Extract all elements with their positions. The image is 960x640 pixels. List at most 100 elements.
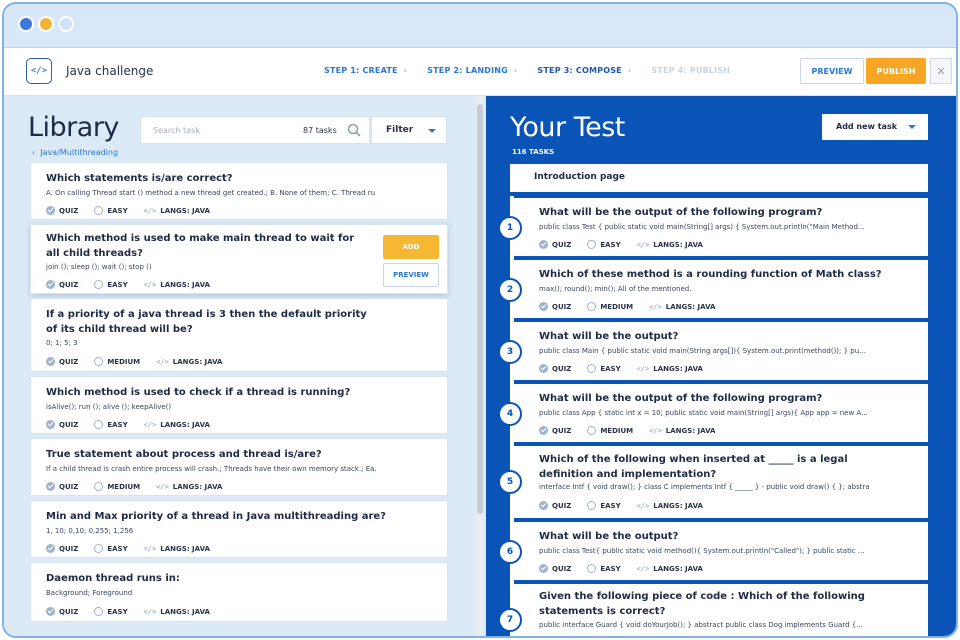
chevron-right-icon: › [627,66,632,75]
task-meta: QUIZ MEDIUM </> LANGS: JAVA [539,302,715,311]
task-title: What will be the output of the following… [539,207,823,218]
task-answers: A. On calling Thread start () method a n… [46,189,376,197]
task-answers: isAlive(); run (); alive (); keepAlive() [46,403,172,411]
code-icon: </> [649,426,662,435]
step-landing[interactable]: STEP 2: LANDING › [427,66,517,75]
library-scrollbar-thumb[interactable] [477,104,483,514]
library-task-card[interactable]: If a priority of a java thread is 3 then… [30,298,448,372]
test-task-card[interactable]: What will be the output? public class Te… [510,522,928,580]
task-number-badge: 5 [498,470,522,494]
test-title: Your Test [510,112,625,143]
add-new-task-dropdown[interactable]: Add new task [822,114,928,140]
task-meta: QUIZ EASY </> LANGS: JAVA [539,240,703,249]
close-icon[interactable]: ✕ [930,58,952,84]
task-meta: QUIZ MEDIUM </> LANGS: JAVA [46,357,222,366]
filter-dropdown[interactable]: Filter [371,116,447,144]
code-icon: </> [636,240,650,249]
task-meta: QUIZ MEDIUM </> LANGS: JAVA [46,482,222,491]
task-title: What will be the output of the following… [539,393,823,404]
check-icon [46,544,55,553]
code-icon: </> [636,501,650,510]
check-icon [46,482,55,491]
chevron-down-icon [428,129,436,133]
check-icon [539,564,548,573]
check-icon [539,426,548,435]
test-task-card[interactable]: What will be the output of the following… [510,384,928,442]
search-icon[interactable] [347,123,361,137]
task-meta: QUIZ EASY </> LANGS: JAVA [46,280,210,289]
task-title: Which of these method is a rounding func… [539,269,882,280]
difficulty-icon [587,240,597,249]
code-icon: </> [156,482,169,491]
task-answers: join (); sleep (); wait (); stop () [46,263,152,271]
task-title: Which method is used to check if a threa… [46,387,351,398]
task-title: Which method is used to make main thread… [46,233,355,259]
difficulty-icon [587,501,597,510]
check-icon [46,280,55,289]
task-answers: interface Intf { void draw(); } class C … [539,483,869,491]
window-close-dot-icon[interactable] [18,16,34,32]
library-title: Library [28,112,119,143]
task-answers: public class Main { public static void m… [539,347,866,355]
preview-button[interactable]: PREVIEW [800,58,864,84]
task-meta: QUIZ EASY </> LANGS: JAVA [46,544,210,553]
test-task-card[interactable]: Given the following piece of code : Whic… [510,584,928,636]
difficulty-icon [587,564,597,573]
step-compose[interactable]: STEP 3: COMPOSE › [537,66,631,75]
code-icon[interactable]: </> [26,58,52,84]
task-title: Which statements is/are correct? [46,173,233,184]
difficulty-icon [94,357,104,366]
difficulty-icon [587,426,597,435]
task-title: True statement about process and thread … [46,449,322,460]
task-answers: public class Test { public static void m… [539,223,865,231]
library-task-card[interactable]: Which method is used to make main thread… [30,224,448,294]
library-task-card[interactable]: Which method is used to check if a threa… [30,376,448,434]
task-title: Min and Max priority of a thread in Java… [46,511,386,522]
publish-button[interactable]: PUBLISH [866,58,926,84]
breadcrumb[interactable]: ‹ Java/Multithreading [32,148,118,157]
test-task-card[interactable]: Which of the following when inserted at … [510,446,928,518]
task-number-badge: 6 [498,540,522,564]
code-icon: </> [143,280,157,289]
check-icon [46,206,55,215]
task-number-badge: 3 [498,340,522,364]
difficulty-icon [94,280,104,289]
task-answers: 1, 10; 0,10; 0,255; 1,256 [46,527,134,535]
library-task-card[interactable]: Min and Max priority of a thread in Java… [30,500,448,558]
task-meta: QUIZ EASY </> LANGS: JAVA [539,564,703,573]
step-create[interactable]: STEP 1: CREATE › [324,66,407,75]
library-task-card[interactable]: True statement about process and thread … [30,438,448,496]
task-meta: QUIZ EASY </> LANGS: JAVA [46,206,210,215]
check-icon [539,364,548,373]
task-number-badge: 7 [498,608,522,632]
app-window: </> Java challenge STEP 1: CREATE › STEP … [2,2,958,638]
test-panel: Your Test 116 TASKS Add new task Introdu… [486,96,956,636]
code-icon: </> [649,302,662,311]
task-meta: QUIZ EASY </> LANGS: JAVA [46,420,210,429]
task-answers: Background; Foreground [46,589,133,597]
task-number-badge: 2 [498,278,522,302]
check-icon [539,501,548,510]
difficulty-icon [587,302,597,311]
chevron-right-icon: › [513,66,518,75]
library-task-card[interactable]: Which statements is/are correct? A. On c… [30,162,448,220]
introduction-page-item[interactable]: Introduction page [510,164,928,192]
library-task-card[interactable]: Daemon thread runs in: Background; Foreg… [30,562,448,622]
test-task-card[interactable]: Which of these method is a rounding func… [510,260,928,318]
test-task-card[interactable]: What will be the output? public class Ma… [510,322,928,380]
window-minimize-dot-icon[interactable] [38,16,54,32]
task-title: What will be the output? [539,531,679,542]
search-input[interactable]: Search task 87 tasks [140,116,370,144]
test-task-card[interactable]: What will be the output of the following… [510,198,928,256]
task-answers: public class Test{ public static void me… [539,547,865,555]
check-icon [46,607,55,616]
check-icon [46,357,55,366]
difficulty-icon [94,206,104,215]
task-number-badge: 1 [498,216,522,240]
window-maximize-dot-icon[interactable] [58,16,74,32]
task-number-badge: 4 [498,402,522,426]
add-task-button[interactable]: ADD [383,235,439,259]
task-count: 87 tasks [303,126,337,135]
difficulty-icon [587,364,597,373]
preview-task-button[interactable]: PREVIEW [383,263,439,287]
